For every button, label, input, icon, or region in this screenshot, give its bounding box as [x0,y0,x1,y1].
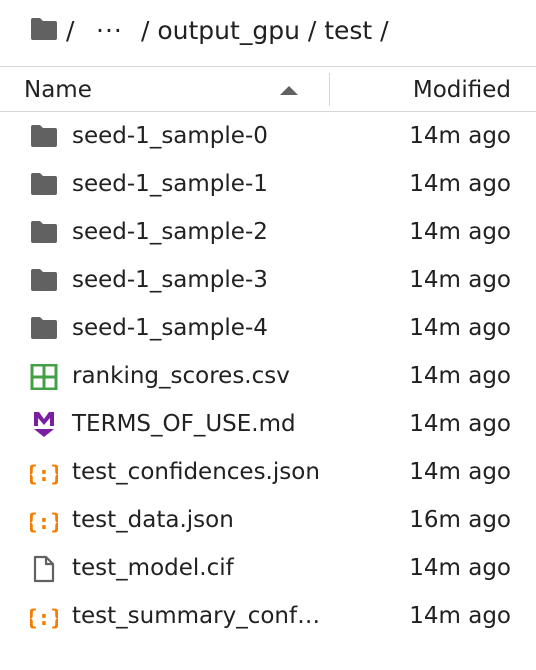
folder-icon [30,220,58,246]
file-name: TERMS_OF_USE.md [72,411,296,437]
name-column-header[interactable]: Name [24,76,92,104]
folder-icon [30,124,58,150]
file-name: seed-1_sample-1 [72,171,268,197]
json-icon: {:} [25,604,63,630]
svg-text:{:}: {:} [30,462,58,486]
file-modified: 14m ago [409,123,511,149]
home-folder-icon[interactable] [30,16,58,50]
file-name: seed-1_sample-3 [72,267,268,293]
sort-ascending-icon[interactable] [280,86,298,95]
spreadsheet-icon [30,363,58,391]
svg-text:{:}: {:} [30,606,58,630]
file-name: seed-1_sample-0 [72,123,268,149]
file-icon [30,555,58,583]
breadcrumb-path[interactable]: / output_gpu / test / [141,14,389,48]
file-modified: 16m ago [409,507,511,533]
file-name: test_summary_conf… [72,603,321,629]
file-modified: 14m ago [409,219,511,245]
file-row[interactable]: {:} test_data.json 16m ago [0,497,536,545]
breadcrumb-ellipsis[interactable]: ··· [96,14,123,48]
column-resize-handle[interactable] [329,73,330,106]
svg-text:{:}: {:} [30,510,58,534]
file-name: ranking_scores.csv [72,363,290,389]
file-row[interactable]: {:} test_summary_conf… 14m ago [0,593,536,641]
file-modified: 14m ago [409,411,511,437]
file-row[interactable]: test_model.cif 14m ago [0,545,536,593]
json-icon: {:} [25,460,63,486]
file-row[interactable]: seed-1_sample-0 14m ago [0,113,536,161]
file-list-header: Name Modified [0,66,536,112]
file-name: seed-1_sample-4 [72,315,268,341]
file-modified: 14m ago [409,267,511,293]
file-row[interactable]: seed-1_sample-4 14m ago [0,305,536,353]
file-row[interactable]: seed-1_sample-2 14m ago [0,209,536,257]
folder-icon [30,268,58,294]
file-modified: 14m ago [409,363,511,389]
file-modified: 14m ago [409,459,511,485]
file-row[interactable]: TERMS_OF_USE.md 14m ago [0,401,536,449]
modified-column-header[interactable]: Modified [413,76,511,104]
file-row[interactable]: ranking_scores.csv 14m ago [0,353,536,401]
folder-icon [30,316,58,342]
file-modified: 14m ago [409,555,511,581]
file-name: seed-1_sample-2 [72,219,268,245]
file-name: test_data.json [72,507,234,533]
file-modified: 14m ago [409,315,511,341]
file-row[interactable]: seed-1_sample-3 14m ago [0,257,536,305]
breadcrumb-root-separator: / [66,16,75,45]
file-modified: 14m ago [409,603,511,629]
file-name: test_model.cif [72,555,234,581]
folder-icon [30,172,58,198]
breadcrumb: / ··· / output_gpu / test / [0,0,536,64]
json-icon: {:} [25,508,63,534]
file-row[interactable]: {:} test_confidences.json 14m ago [0,449,536,497]
file-modified: 14m ago [409,171,511,197]
file-row[interactable]: seed-1_sample-1 14m ago [0,161,536,209]
file-name: test_confidences.json [72,459,320,485]
markdown-icon [30,410,58,437]
